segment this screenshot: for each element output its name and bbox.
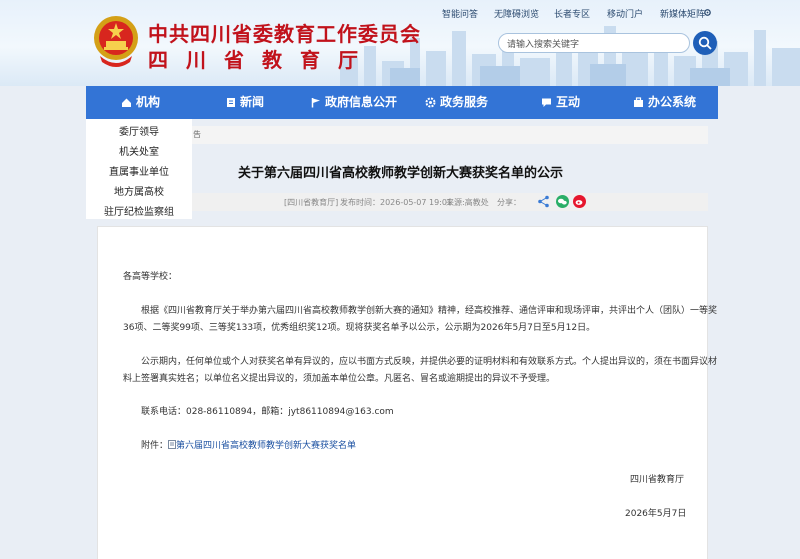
settings-icon[interactable]: [703, 8, 712, 17]
attachment-link[interactable]: 第六届四川省高校教师教学创新大赛获奖名单: [176, 441, 356, 451]
top-links: 智能问答 无障碍浏览 长者专区 移动门户 新媒体矩阵: [0, 7, 800, 21]
file-icon: [168, 440, 177, 449]
nav-item-institution[interactable]: 机构: [121, 86, 160, 119]
top-link-qa[interactable]: 智能问答: [442, 7, 478, 20]
sidebar-item-affiliated-units[interactable]: 直属事业单位: [86, 163, 192, 178]
breadcrumb: 告: [192, 126, 708, 144]
top-link-media[interactable]: 新媒体矩阵: [660, 7, 705, 20]
page-title: 关于第六届四川省高校教师教学创新大赛获奖名单的公示: [238, 166, 564, 181]
site-subtitle: 四川省教育厅: [148, 48, 376, 72]
contact-info: 联系电话：028-86110894，邮箱：jyt86110894@163.com: [141, 407, 394, 417]
paragraph-1-line-2: 36项、二等奖99项、三等奖133项，优秀组织奖12项。现将获奖名单予以公示，公…: [123, 323, 596, 333]
sidebar-item-leaders[interactable]: 委厅领导: [86, 123, 192, 138]
signature: 四川省教育厅: [630, 475, 685, 485]
meta-origin: 来源:高教处: [446, 198, 489, 207]
search-icon: [698, 36, 712, 50]
nav-item-interaction[interactable]: 互动: [541, 86, 580, 119]
chat-icon: [542, 98, 551, 107]
gear-icon: [425, 97, 436, 108]
search-input[interactable]: 请输入搜索关键字: [498, 33, 690, 53]
top-link-accessibility[interactable]: 无障碍浏览: [494, 7, 539, 20]
sidebar-item-departments[interactable]: 机关处室: [86, 143, 192, 158]
paragraph-2-line-2: 料上签署真实姓名；以单位名义提出异议的，须加盖本单位公章。凡匿名、冒名或逾期提出…: [123, 374, 556, 384]
site-header: 中共四川省委教育工作委员会 四川省教育厅 智能问答 无障碍浏览 长者专区 移动门…: [0, 0, 800, 86]
article-body: 各高等学校： 根据《四川省教育厅关于举办第六届四川省高校教师教学创新大赛的通知》…: [97, 226, 717, 559]
sidebar-item-local-universities[interactable]: 地方属高校: [86, 183, 192, 198]
top-link-elderly[interactable]: 长者专区: [554, 7, 590, 20]
attachment-row: 附件： 第六届四川省高校教师教学创新大赛获奖名单: [141, 438, 356, 455]
document-icon: [227, 98, 235, 107]
office-icon: [634, 97, 643, 107]
search-button[interactable]: [693, 31, 717, 55]
site-title: 中共四川省委教育工作委员会: [148, 22, 421, 46]
article-meta: [四川省教育厅] 发布时间：2026-05-07 19:01 来源:高教处 分享…: [192, 193, 708, 211]
top-link-mobile[interactable]: 移动门户: [607, 7, 643, 20]
sidebar-dropdown: 委厅领导 机关处室 直属事业单位 地方属高校 驻厅纪检监察组: [86, 119, 192, 219]
share-label: 分享：: [497, 198, 521, 207]
nav-item-news[interactable]: 新闻: [226, 86, 264, 119]
main-nav: 机构 新闻 政府信息公开 政务服务 互动 办公系统: [86, 86, 718, 119]
share-icon[interactable]: [537, 195, 550, 208]
meta-source-tag: [四川省教育厅]: [284, 198, 339, 207]
weibo-icon[interactable]: [573, 195, 586, 208]
meta-publish-time: 发布时间：2026-05-07 19:01: [340, 198, 453, 207]
nav-item-services[interactable]: 政务服务: [425, 86, 488, 119]
sidebar-item-discipline-group[interactable]: 驻厅纪检监察组: [86, 203, 192, 218]
salutation: 各高等学校：: [123, 272, 178, 282]
flag-icon: [311, 98, 320, 108]
attachment-label: 附件：: [141, 441, 169, 451]
home-icon: [122, 98, 131, 107]
national-emblem-logo: [94, 16, 138, 67]
publish-date: 2026年5月7日: [625, 509, 687, 519]
nav-item-gov-info[interactable]: 政府信息公开: [311, 86, 397, 119]
paragraph-1-line-1: 根据《四川省教育厅关于举办第六届四川省高校教师教学创新大赛的通知》精神，经高校推…: [141, 306, 718, 316]
paragraph-2-line-1: 公示期内，任何单位或个人对获奖名单有异议的，应以书面方式反映，并提供必要的证明材…: [141, 357, 718, 367]
nav-item-office[interactable]: 办公系统: [633, 86, 696, 119]
wechat-icon[interactable]: [556, 195, 569, 208]
